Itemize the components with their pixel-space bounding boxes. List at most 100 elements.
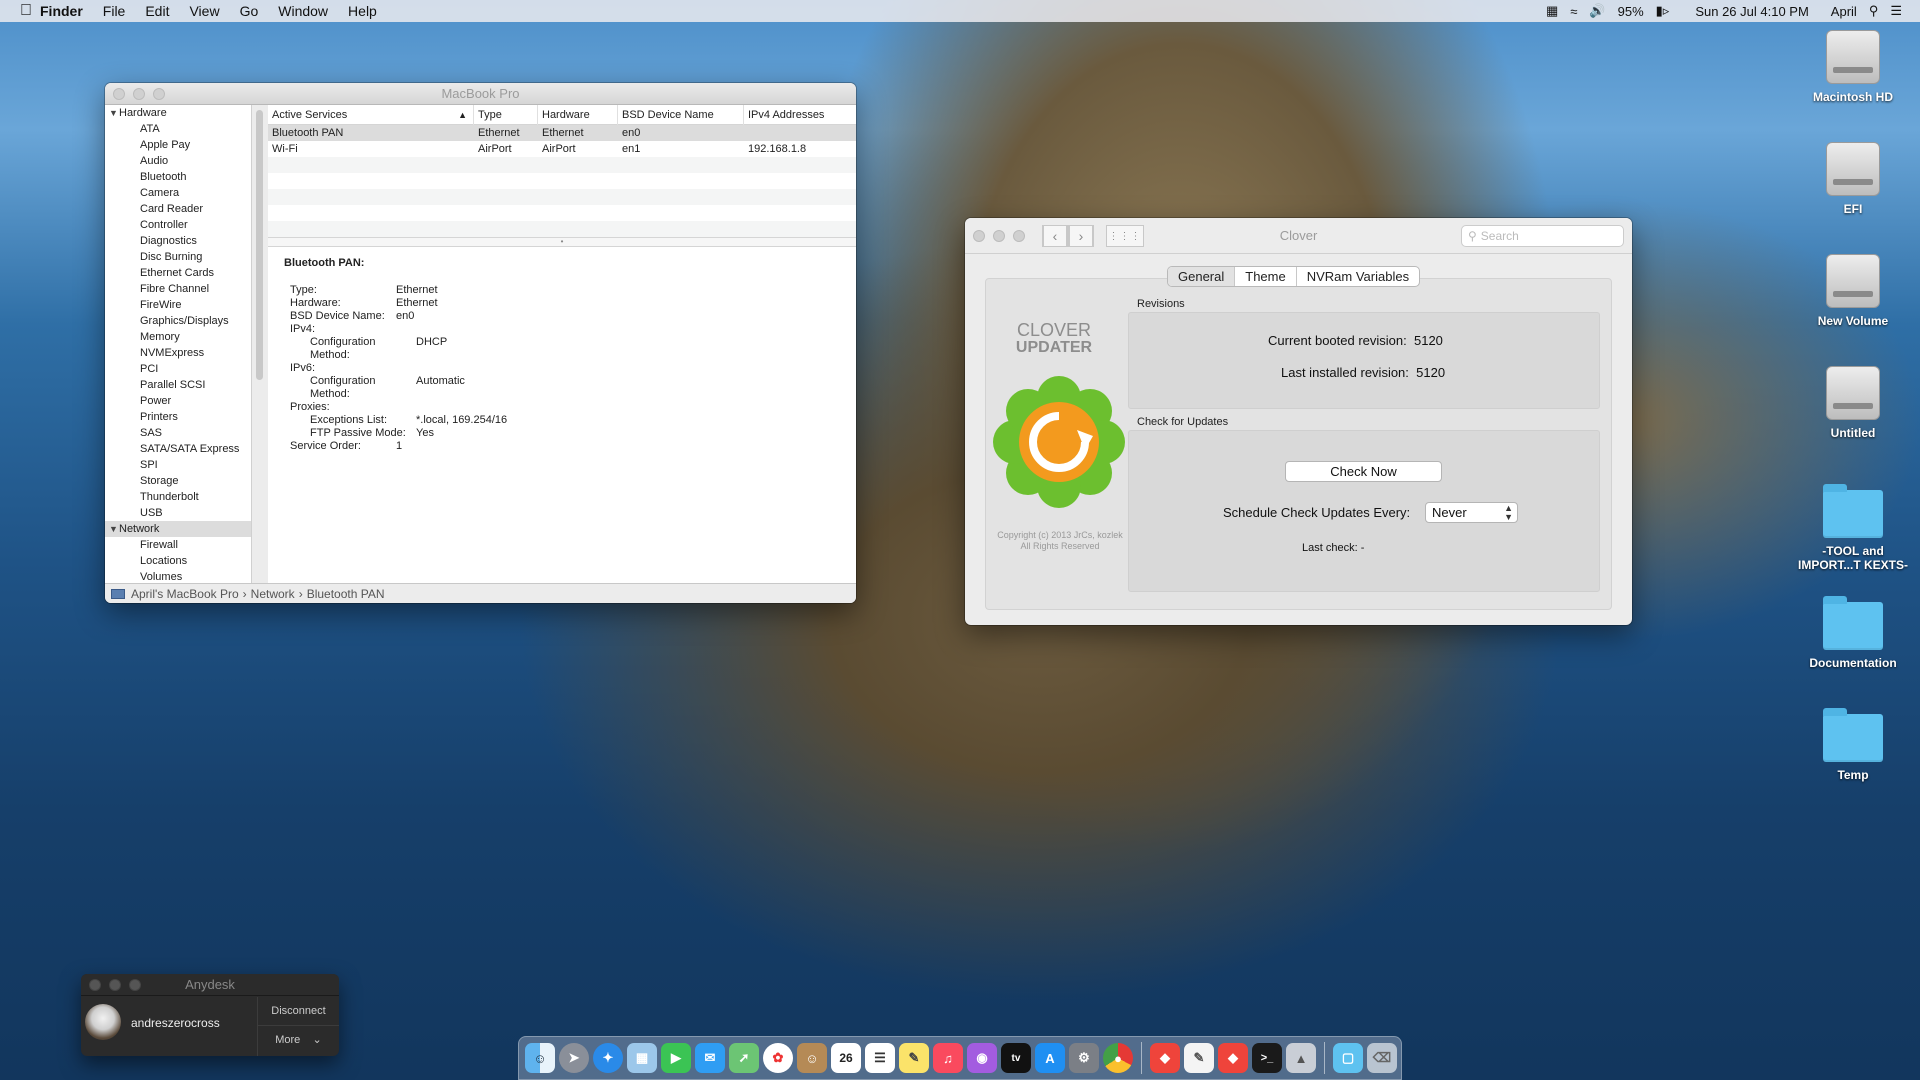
table-row[interactable]: Bluetooth PAN Ethernet Ethernet en0	[268, 125, 856, 141]
clock[interactable]: Sun 26 Jul 4:10 PM	[1695, 4, 1808, 19]
sidebar-item-card-reader[interactable]: Card Reader	[105, 201, 251, 217]
safari-icon[interactable]: ✦	[593, 1043, 623, 1073]
column-header-bsd-device-name[interactable]: BSD Device Name	[618, 104, 744, 125]
search-input[interactable]: ⚲ Search	[1461, 225, 1624, 247]
volume-icon[interactable]: 🔊	[1589, 3, 1605, 19]
minimize-button[interactable]	[133, 88, 145, 100]
close-button[interactable]	[113, 88, 125, 100]
column-header-ipv4-addresses[interactable]: IPv4 Addresses	[744, 105, 854, 125]
user-menu[interactable]: April	[1831, 4, 1857, 19]
sidebar-item-power[interactable]: Power	[105, 393, 251, 409]
menu-view[interactable]: View	[179, 0, 229, 22]
facetime-icon[interactable]: ▶	[661, 1043, 691, 1073]
menu-window[interactable]: Window	[268, 0, 338, 22]
trash-icon[interactable]: ⌫	[1367, 1043, 1397, 1073]
minimize-button[interactable]	[993, 230, 1005, 242]
sidebar-item-spi[interactable]: SPI	[105, 457, 251, 473]
check-now-button[interactable]: Check Now	[1285, 461, 1442, 482]
podcasts-icon[interactable]: ◉	[967, 1043, 997, 1073]
terminal-icon[interactable]: >_	[1252, 1043, 1282, 1073]
sidebar-item-firewall[interactable]: Firewall	[105, 537, 251, 553]
sidebar-item-diagnostics[interactable]: Diagnostics	[105, 233, 251, 249]
disclosure-triangle-icon[interactable]: ▼	[109, 105, 119, 121]
column-header-type[interactable]: Type	[474, 104, 538, 125]
sidebar-item-parallel-scsi[interactable]: Parallel SCSI	[105, 377, 251, 393]
finder-icon[interactable]: ☺	[525, 1043, 555, 1073]
disclosure-triangle-icon[interactable]: ▼	[109, 521, 119, 537]
desktop-icon-untitled[interactable]: Untitled	[1793, 366, 1913, 440]
sidebar-item-printers[interactable]: Printers	[105, 409, 251, 425]
close-button[interactable]	[89, 979, 101, 991]
zoom-button[interactable]	[1013, 230, 1025, 242]
column-header-active-services[interactable]: Active Services ▲	[268, 104, 474, 125]
minimize-button[interactable]	[109, 979, 121, 991]
sidebar-item-pci[interactable]: PCI	[105, 361, 251, 377]
sidebar-item-locations[interactable]: Locations	[105, 553, 251, 569]
menu-file[interactable]: File	[93, 0, 136, 22]
maps-icon[interactable]: ➚	[729, 1043, 759, 1073]
sidebar-item-disc-burning[interactable]: Disc Burning	[105, 249, 251, 265]
desktop-icon-new-volume[interactable]: New Volume	[1793, 254, 1913, 328]
zoom-button[interactable]	[129, 979, 141, 991]
desktop-icon-temp[interactable]: Temp	[1793, 708, 1913, 782]
contacts-icon[interactable]: ☺	[797, 1043, 827, 1073]
sidebar-item-ethernet-cards[interactable]: Ethernet Cards	[105, 265, 251, 281]
menu-help[interactable]: Help	[338, 0, 387, 22]
system-preferences-icon[interactable]: ⚙	[1069, 1043, 1099, 1073]
app-store-icon[interactable]: A	[1035, 1043, 1065, 1073]
table-row[interactable]: Wi-Fi AirPort AirPort en1 192.168.1.8	[268, 141, 856, 157]
sidebar-item-ata[interactable]: ATA	[105, 121, 251, 137]
sidebar-scrollbar[interactable]	[256, 110, 263, 380]
clover-configurator-icon[interactable]: ▲	[1286, 1043, 1316, 1073]
schedule-select[interactable]: Never ▲ ▼	[1425, 502, 1518, 523]
more-button[interactable]: More ⌄	[258, 1026, 339, 1055]
tab-nvram-variables[interactable]: NVRam Variables	[1297, 267, 1419, 286]
titlebar[interactable]: ‹ › ⋮⋮⋮ Clover ⚲ Search	[965, 218, 1632, 254]
calendar-icon[interactable]: 26	[831, 1043, 861, 1073]
sidebar-item-memory[interactable]: Memory	[105, 329, 251, 345]
tab-theme[interactable]: Theme	[1235, 267, 1297, 286]
music-icon[interactable]: ♫	[933, 1043, 963, 1073]
desktop-icon-efi[interactable]: EFI	[1793, 142, 1913, 216]
back-button[interactable]: ‹	[1042, 225, 1068, 247]
sidebar-item-thunderbolt[interactable]: Thunderbolt	[105, 489, 251, 505]
preview-icon[interactable]: ▦	[627, 1043, 657, 1073]
messages-icon[interactable]: ✉	[695, 1043, 725, 1073]
sidebar-item-storage[interactable]: Storage	[105, 473, 251, 489]
desktop-icon-macintosh-hd[interactable]: Macintosh HD	[1793, 30, 1913, 104]
close-button[interactable]	[973, 230, 985, 242]
sidebar-item-bluetooth[interactable]: Bluetooth	[105, 169, 251, 185]
sidebar-item-firewire[interactable]: FireWire	[105, 297, 251, 313]
column-header-hardware[interactable]: Hardware	[538, 104, 618, 125]
sidebar-item-sas[interactable]: SAS	[105, 425, 251, 441]
path-item[interactable]: Network	[251, 587, 295, 601]
anydesk-session-icon[interactable]: ◆	[1218, 1043, 1248, 1073]
anydesk-icon[interactable]: ◆	[1150, 1043, 1180, 1073]
desktop-icon-documentation[interactable]: Documentation	[1793, 596, 1913, 670]
desktop-icon-tool-kexts[interactable]: -TOOL and IMPORT...T KEXTS-	[1793, 484, 1913, 572]
sidebar-section-network[interactable]: ▼ Network	[105, 521, 251, 537]
menu-app-name[interactable]: Finder	[30, 0, 93, 22]
sidebar-item-sata[interactable]: SATA/SATA Express	[105, 441, 251, 457]
photos-icon[interactable]: ✿	[763, 1043, 793, 1073]
sidebar-item-fibre-channel[interactable]: Fibre Channel	[105, 281, 251, 297]
chrome-icon[interactable]: ●	[1103, 1043, 1133, 1073]
split-view-divider[interactable]: •	[268, 237, 856, 247]
sidebar-item-apple-pay[interactable]: Apple Pay	[105, 137, 251, 153]
path-item[interactable]: Bluetooth PAN	[307, 587, 385, 601]
path-item[interactable]: April's MacBook Pro	[131, 587, 239, 601]
sidebar-section-hardware[interactable]: ▼ Hardware	[105, 105, 251, 121]
apple-menu-icon[interactable]: 	[0, 0, 32, 22]
apple-tv-icon[interactable]: tv	[1001, 1043, 1031, 1073]
sidebar-item-nvmexpress[interactable]: NVMExpress	[105, 345, 251, 361]
menu-go[interactable]: Go	[230, 0, 269, 22]
activity-monitor-icon[interactable]: ▦	[1546, 3, 1558, 19]
forward-button[interactable]: ›	[1068, 225, 1094, 247]
show-all-button[interactable]: ⋮⋮⋮	[1106, 225, 1144, 247]
zoom-button[interactable]	[153, 88, 165, 100]
notification-center-icon[interactable]: ☰	[1890, 3, 1902, 19]
sidebar-item-volumes[interactable]: Volumes	[105, 569, 251, 583]
sidebar-item-audio[interactable]: Audio	[105, 153, 251, 169]
notes-icon[interactable]: ✎	[899, 1043, 929, 1073]
launchpad-icon[interactable]: ➤	[559, 1043, 589, 1073]
